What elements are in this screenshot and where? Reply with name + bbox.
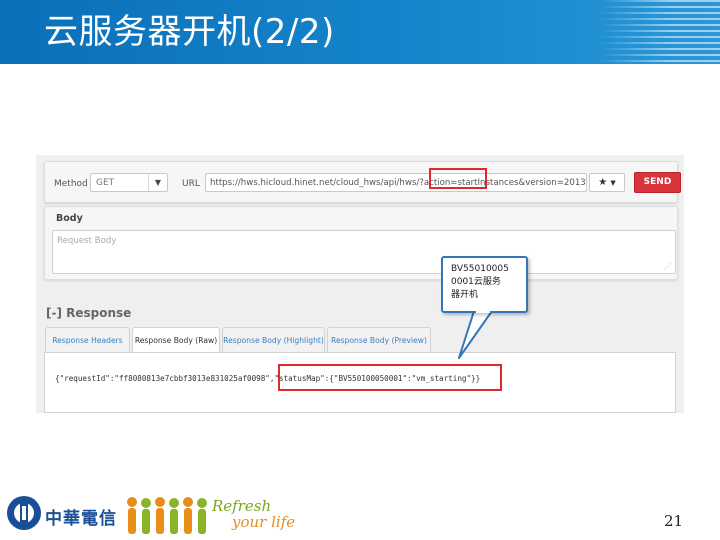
callout-line: 0001云服务	[451, 277, 501, 287]
callout-line: BV55010005	[451, 264, 509, 274]
page-number: 21	[664, 512, 684, 530]
people-figures-icon	[127, 497, 207, 534]
brand-name: 中華電信	[45, 509, 117, 529]
callout-box: BV55010005 0001云服务 器开机	[441, 256, 528, 313]
company-logo-icon	[7, 496, 41, 530]
slogan-your-life: your life	[232, 513, 296, 531]
callout-pointer	[458, 310, 493, 359]
callout-line: 器开机	[451, 290, 479, 300]
